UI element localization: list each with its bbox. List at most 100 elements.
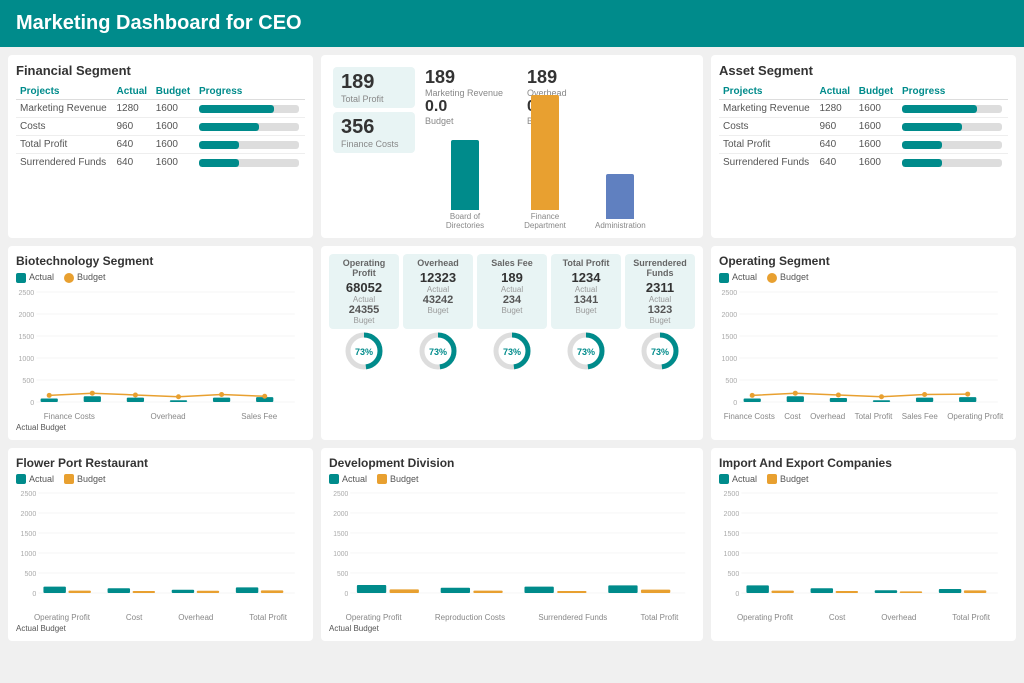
development-card: Development Division Actual Budget 05001… <box>321 448 703 642</box>
svg-text:2000: 2000 <box>333 511 348 518</box>
dev-title: Development Division <box>329 456 695 470</box>
svg-text:2000: 2000 <box>724 511 740 518</box>
revenue-number: 189 <box>425 67 503 88</box>
op-title: Operating Segment <box>719 254 1008 268</box>
svg-text:0: 0 <box>32 591 36 598</box>
financial-row: Surrendered Funds 640 1600 <box>16 154 305 172</box>
finance-costs-number: 356 <box>341 116 407 139</box>
ie-legend: Actual Budget <box>719 474 1008 485</box>
total-profit-label: Total Profit <box>341 94 407 104</box>
flower-title: Flower Port Restaurant <box>16 456 305 470</box>
total-profit-box: 189 Total Profit <box>333 67 415 108</box>
svg-text:73%: 73% <box>429 347 447 357</box>
svg-text:0: 0 <box>735 591 739 598</box>
asset-col-progress: Progress <box>898 84 1008 100</box>
total-profit-number: 189 <box>341 71 407 94</box>
col-progress: Progress <box>195 84 305 100</box>
import-export-card: Import And Export Companies Actual Budge… <box>711 448 1016 642</box>
donut-wrapper: 73% <box>477 329 547 373</box>
svg-text:2500: 2500 <box>21 491 37 498</box>
svg-text:2500: 2500 <box>724 491 740 498</box>
budget-label: Budget <box>425 116 503 126</box>
svg-text:2500: 2500 <box>721 290 737 297</box>
col-actual: Actual <box>112 84 151 100</box>
donut-wrapper: 73% <box>551 329 621 373</box>
donut-wrapper: 73% <box>403 329 473 373</box>
flower-chart-svg: 0 500 1000 1500 2000 2500 <box>16 488 305 608</box>
financial-row: Marketing Revenue 1280 1600 <box>16 100 305 118</box>
dev-subtitle: Actual Budget <box>329 624 695 633</box>
center-bar-chart: Board of Directories Finance Department … <box>425 130 695 230</box>
center-top-card: 189 Total Profit 356 Finance Costs 189 M… <box>321 55 703 238</box>
flower-legend: Actual Budget <box>16 474 305 485</box>
svg-text:0: 0 <box>345 591 349 598</box>
donut-svg: 73% <box>342 329 386 373</box>
op-legend: Actual Budget <box>719 272 1008 283</box>
flower-subtitle: Actual Budget <box>16 624 305 633</box>
svg-text:73%: 73% <box>503 347 521 357</box>
page-header: Marketing Dashboard for CEO <box>0 0 1024 47</box>
svg-text:73%: 73% <box>577 347 595 357</box>
center-bar-group: Finance Department <box>515 95 575 230</box>
stat-col: Operating Profit 68052 Actual 24355 Buge… <box>329 254 399 329</box>
asset-title: Asset Segment <box>719 63 1008 78</box>
metrics-panel: 189 Total Profit 356 Finance Costs <box>329 63 419 230</box>
bio-chart-svg: 05001000150020002500 <box>16 287 305 407</box>
stat-col: Surrendered Funds 2311 Actual 1323 Buget <box>625 254 695 329</box>
col-projects: Projects <box>16 84 112 100</box>
svg-text:2000: 2000 <box>721 312 737 319</box>
financial-row: Total Profit 640 1600 <box>16 136 305 154</box>
center-bar-group: Administration <box>595 174 646 230</box>
bio-title: Biotechnology Segment <box>16 254 305 268</box>
bio-subtitle: Actual Budget <box>16 423 305 432</box>
svg-text:73%: 73% <box>651 347 669 357</box>
center-stats-card: Operating Profit 68052 Actual 24355 Buge… <box>321 246 703 440</box>
finance-costs-label: Finance Costs <box>341 139 407 149</box>
center-stats-content: Operating Profit 68052 Actual 24355 Buge… <box>329 254 695 373</box>
operating-card: Operating Segment Actual Budget 05001000… <box>711 246 1016 440</box>
revenue-label: Marketing Revenue <box>425 88 503 98</box>
bottom-row: Flower Port Restaurant Actual Budget 0 50… <box>8 448 1016 642</box>
svg-text:500: 500 <box>24 571 36 578</box>
asset-row: Marketing Revenue 1280 1600 <box>719 100 1008 118</box>
flower-port-card: Flower Port Restaurant Actual Budget 0 50… <box>8 448 313 642</box>
svg-text:1500: 1500 <box>333 531 348 538</box>
asset-row: Costs 960 1600 <box>719 118 1008 136</box>
donut-svg: 73% <box>490 329 534 373</box>
svg-text:1000: 1000 <box>724 551 740 558</box>
svg-text:2500: 2500 <box>333 491 348 498</box>
svg-text:1000: 1000 <box>18 356 34 363</box>
svg-text:1500: 1500 <box>724 531 740 538</box>
donut-svg: 73% <box>638 329 682 373</box>
stat-col: Sales Fee 189 Actual 234 Buget <box>477 254 547 329</box>
svg-text:0: 0 <box>30 400 34 407</box>
asset-col-actual: Actual <box>815 84 854 100</box>
finance-costs-box: 356 Finance Costs <box>333 112 415 153</box>
revenue-info: 189 Marketing Revenue 0.0 Budget <box>425 67 503 126</box>
asset-row: Total Profit 640 1600 <box>719 136 1008 154</box>
biotechnology-card: Biotechnology Segment Actual Budget 0 500… <box>8 246 313 440</box>
donut-row: 73% 73% 73% 73% 73% <box>329 329 695 373</box>
ie-chart-svg: 05001000150020002500 <box>719 488 1008 608</box>
stat-col: Overhead 12323 Actual 43242 Buget <box>403 254 473 329</box>
svg-text:73%: 73% <box>355 347 373 357</box>
svg-text:1500: 1500 <box>721 334 737 341</box>
donut-svg: 73% <box>416 329 460 373</box>
ie-title: Import And Export Companies <box>719 456 1008 470</box>
asset-table: Projects Actual Budget Progress Marketin… <box>719 84 1008 171</box>
svg-text:1000: 1000 <box>333 551 348 558</box>
budget-number: 0.0 <box>425 98 503 116</box>
svg-text:2500: 2500 <box>18 290 34 297</box>
svg-text:1500: 1500 <box>18 334 34 341</box>
financial-segment-card: Financial Segment Projects Actual Budget… <box>8 55 313 238</box>
svg-text:500: 500 <box>22 378 34 385</box>
svg-text:1500: 1500 <box>21 531 37 538</box>
op-chart-svg: 05001000150020002500 <box>719 287 1008 407</box>
svg-text:2000: 2000 <box>21 511 37 518</box>
asset-row: Surrendered Funds 640 1600 <box>719 154 1008 172</box>
donut-wrapper: 73% <box>625 329 695 373</box>
stats-row: Operating Profit 68052 Actual 24355 Buge… <box>329 254 695 329</box>
asset-segment-card: Asset Segment Projects Actual Budget Pro… <box>711 55 1016 238</box>
financial-table: Projects Actual Budget Progress Marketin… <box>16 84 305 171</box>
svg-text:1000: 1000 <box>21 551 37 558</box>
